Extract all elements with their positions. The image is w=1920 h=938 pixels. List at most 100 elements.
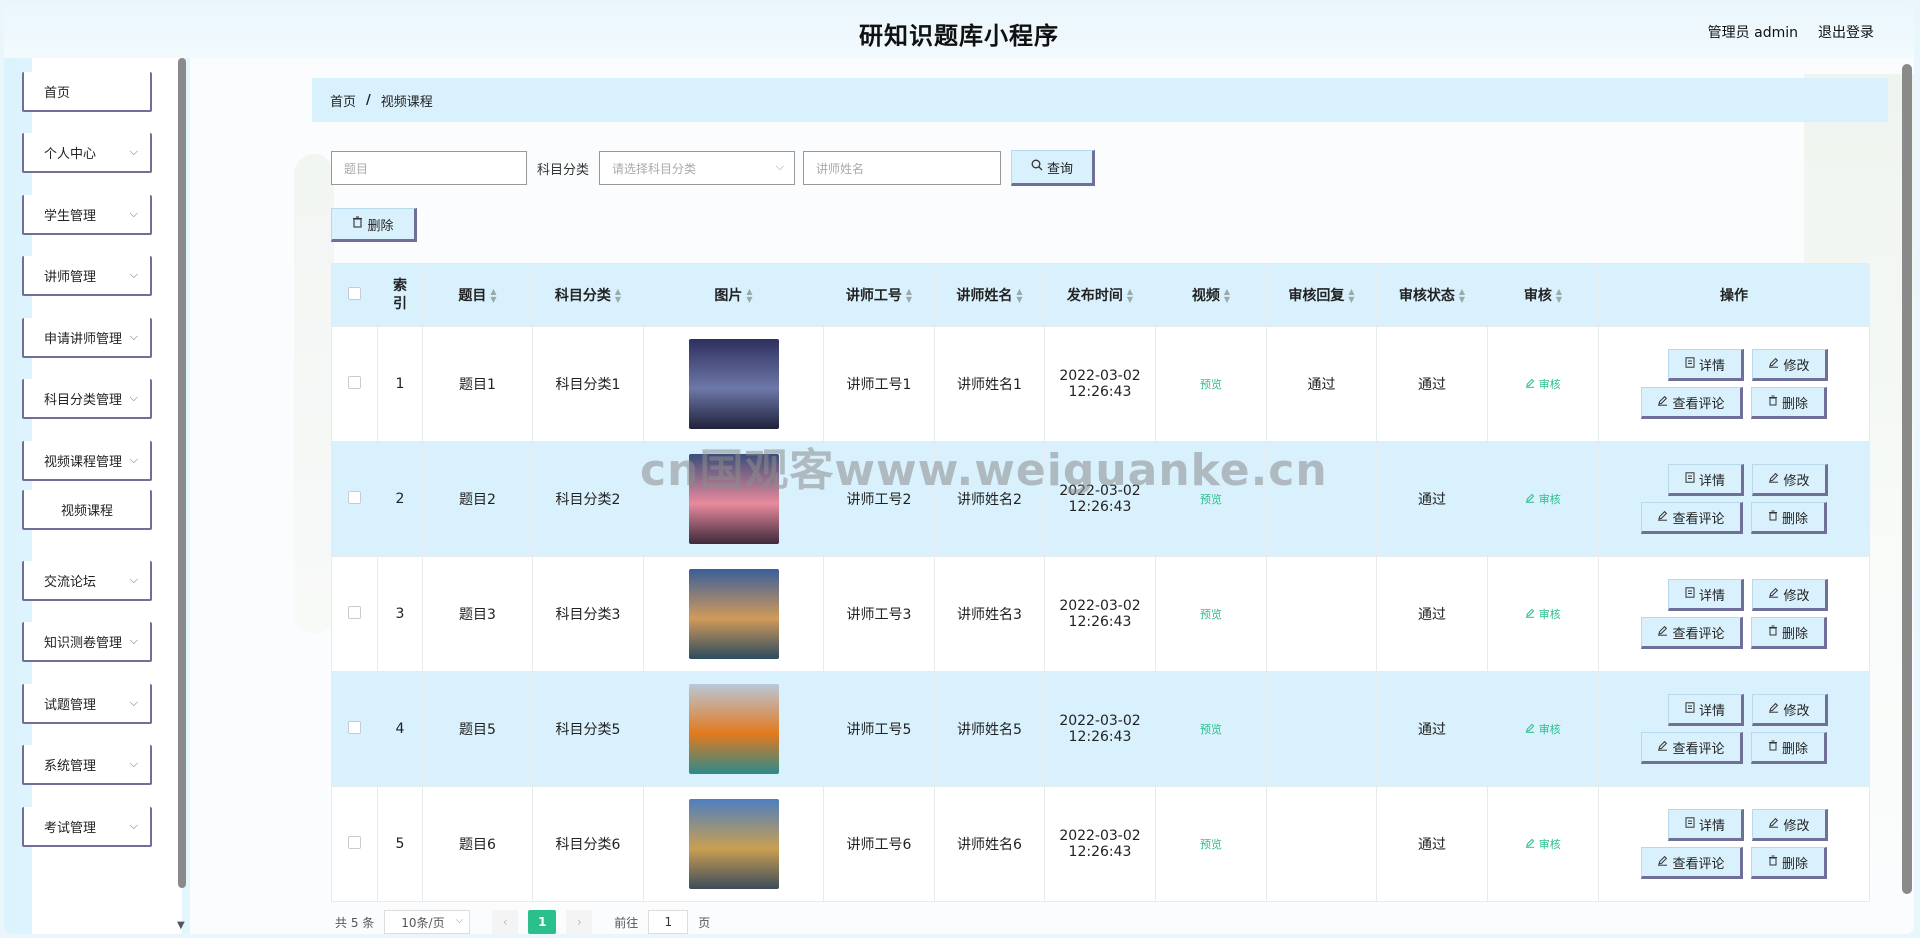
sidebar-item[interactable]: 考试管理 ⌵ [22, 807, 152, 847]
category-cell: 科目分类5 [532, 671, 644, 787]
next-page-button[interactable]: › [566, 910, 593, 934]
sort-icon[interactable]: ▲ ▼ [1224, 288, 1230, 304]
sort-icon[interactable]: ▲ ▼ [1556, 288, 1562, 304]
course-thumbnail[interactable] [688, 799, 779, 889]
detail-button[interactable]: 详情 [1668, 349, 1744, 381]
pagination: 共 5 条 10条/页 ⌵ ‹ 1 › 前往 1 页 [335, 910, 710, 934]
page-number-current[interactable]: 1 [528, 910, 557, 934]
edit-button[interactable]: 修改 [1752, 809, 1828, 841]
video-preview-link[interactable]: 预览 [1200, 378, 1222, 391]
column-header[interactable]: 题目 ▲ ▼ [422, 263, 533, 327]
sidebar-item[interactable]: 学生管理 ⌵ [22, 195, 152, 235]
audit-link[interactable]: 审核 [1525, 493, 1561, 506]
sidebar-item[interactable]: 知识测卷管理 ⌵ [22, 622, 152, 662]
category-select[interactable]: 请选择科目分类 ⌵ [599, 151, 796, 185]
audit-link[interactable]: 审核 [1525, 838, 1561, 851]
sidebar-item[interactable]: 视频课程 [22, 490, 152, 530]
sidebar-item[interactable]: 讲师管理 ⌵ [22, 256, 152, 296]
audit-link-label: 审核 [1538, 723, 1561, 736]
sort-icon[interactable]: ▲ ▼ [906, 288, 912, 304]
edit-button[interactable]: 修改 [1752, 694, 1828, 726]
row-checkbox[interactable] [348, 375, 361, 389]
audit-link[interactable]: 审核 [1525, 723, 1561, 736]
edit-button[interactable]: 修改 [1752, 579, 1828, 611]
edit-button-label: 修改 [1783, 703, 1810, 719]
view-comments-button[interactable]: 查看评论 [1641, 732, 1743, 764]
row-checkbox[interactable] [348, 490, 361, 504]
main-scrollbar[interactable] [1902, 64, 1912, 894]
edit-button[interactable]: 修改 [1752, 349, 1828, 381]
operations: 详情 修改查看评论 删除 [1599, 694, 1869, 764]
sidebar-item[interactable]: 系统管理 ⌵ [22, 745, 152, 785]
column-header[interactable]: 审核回复 ▲ ▼ [1266, 263, 1377, 327]
sort-icon[interactable]: ▲ ▼ [615, 288, 621, 304]
sort-icon[interactable]: ▲ ▼ [1016, 288, 1022, 304]
sidebar-item[interactable]: 个人中心 ⌵ [22, 133, 152, 173]
detail-button[interactable]: 详情 [1668, 579, 1744, 611]
column-header[interactable]: 科目分类 ▲ ▼ [532, 263, 644, 327]
column-header[interactable]: 审核状态 ▲ ▼ [1376, 263, 1488, 327]
detail-button[interactable]: 详情 [1668, 464, 1744, 496]
view-comments-button[interactable]: 查看评论 [1641, 847, 1743, 879]
edit-button-label: 修改 [1783, 358, 1810, 374]
video-preview-link[interactable]: 预览 [1200, 723, 1222, 736]
sidebar-item[interactable]: 申请讲师管理 ⌵ [22, 318, 152, 358]
row-checkbox[interactable] [348, 605, 361, 619]
sidebar-item[interactable]: 试题管理 ⌵ [22, 684, 152, 724]
video-preview-link[interactable]: 预览 [1200, 493, 1222, 506]
audit-link[interactable]: 审核 [1525, 608, 1561, 621]
sort-icon[interactable]: ▲ ▼ [1459, 288, 1465, 304]
delete-button[interactable]: 删除 [1751, 387, 1827, 419]
sidebar-scroll-down-icon[interactable]: ▼ [177, 920, 185, 931]
sidebar-item-label: 首页 [44, 85, 71, 101]
column-header[interactable]: 发布时间 ▲ ▼ [1044, 263, 1156, 327]
chevron-down-icon: ⌵ [129, 696, 138, 709]
detail-button[interactable]: 详情 [1668, 809, 1744, 841]
teacher-name-search-input[interactable]: 讲师姓名 [803, 151, 1002, 185]
batch-delete-button[interactable]: 删除 [331, 208, 417, 242]
delete-button[interactable]: 删除 [1751, 732, 1827, 764]
course-thumbnail[interactable] [688, 339, 779, 429]
goto-page-input[interactable]: 1 [648, 910, 689, 934]
sidebar-item[interactable]: 科目分类管理 ⌵ [22, 379, 152, 419]
document-icon [1685, 701, 1695, 717]
row-checkbox[interactable] [348, 720, 361, 734]
sort-icon[interactable]: ▲ ▼ [1348, 288, 1354, 304]
course-thumbnail[interactable] [688, 454, 779, 544]
sidebar-item[interactable]: 交流论坛 ⌵ [22, 561, 152, 601]
column-header[interactable]: 视频 ▲ ▼ [1155, 263, 1267, 327]
video-preview-link[interactable]: 预览 [1200, 838, 1222, 851]
page-size-select[interactable]: 10条/页 ⌵ [384, 910, 471, 934]
course-thumbnail[interactable] [688, 569, 779, 659]
delete-button[interactable]: 删除 [1751, 502, 1827, 534]
breadcrumb-home[interactable]: 首页 [330, 91, 356, 110]
edit-button[interactable]: 修改 [1752, 464, 1828, 496]
column-header[interactable]: 审核 ▲ ▼ [1487, 263, 1599, 327]
teacher-name-cell: 讲师姓名2 [934, 441, 1045, 557]
prev-page-button[interactable]: ‹ [492, 910, 519, 934]
sort-icon[interactable]: ▲ ▼ [746, 288, 752, 304]
column-header[interactable]: 讲师工号 ▲ ▼ [823, 263, 935, 327]
sort-icon[interactable]: ▲ ▼ [1127, 288, 1133, 304]
view-comments-button[interactable]: 查看评论 [1641, 387, 1743, 419]
delete-button[interactable]: 删除 [1751, 847, 1827, 879]
sidebar-scrollbar[interactable] [178, 58, 186, 888]
view-comments-button[interactable]: 查看评论 [1641, 617, 1743, 649]
column-header[interactable]: 讲师姓名 ▲ ▼ [934, 263, 1045, 327]
header: 研知识题库小程序 管理员 admin 退出登录 [4, 4, 1914, 58]
sort-icon[interactable]: ▲ ▼ [490, 288, 496, 304]
select-all-checkbox[interactable] [348, 286, 361, 300]
audit-link[interactable]: 审核 [1525, 378, 1561, 391]
row-checkbox[interactable] [348, 835, 361, 849]
video-preview-link[interactable]: 预览 [1200, 608, 1222, 621]
sidebar-item[interactable]: 首页 [22, 72, 152, 112]
detail-button[interactable]: 详情 [1668, 694, 1744, 726]
query-button[interactable]: 查询 [1011, 150, 1096, 186]
view-comments-button[interactable]: 查看评论 [1641, 502, 1743, 534]
delete-button[interactable]: 删除 [1751, 617, 1827, 649]
course-thumbnail[interactable] [688, 684, 779, 774]
logout-button[interactable]: 退出登录 [1818, 22, 1874, 42]
title-search-input[interactable]: 题目 [331, 151, 527, 185]
sidebar-item[interactable]: 视频课程管理 ⌵ [22, 441, 152, 481]
column-header[interactable]: 图片 ▲ ▼ [643, 263, 824, 327]
